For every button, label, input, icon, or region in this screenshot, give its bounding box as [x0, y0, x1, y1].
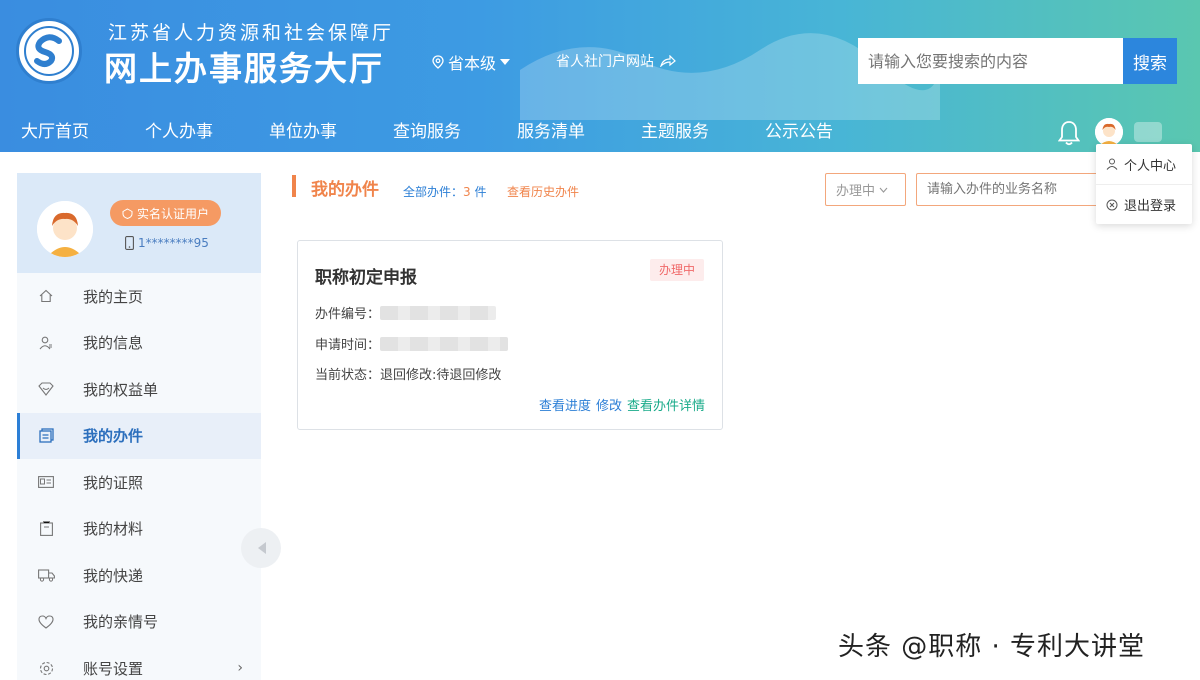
username-redacted — [1134, 122, 1162, 142]
portal-link[interactable]: 省人社门户网站 — [556, 51, 676, 71]
portal-link-label: 省人社门户网站 — [556, 54, 654, 70]
home-icon — [37, 287, 55, 305]
heart-shield-icon — [37, 380, 55, 398]
apply-time-label: 申请时间： — [315, 338, 381, 353]
user-phone-value: 1********95 — [138, 236, 209, 250]
profile-panel: 实名认证用户 1********95 — [17, 173, 261, 273]
sidebar-item-label: 我的证照 — [83, 473, 144, 492]
sidebar-item-express[interactable]: 我的快递 — [17, 552, 261, 599]
menu-personal-center-label: 个人中心 — [1124, 158, 1177, 174]
sidebar-item-my-cases[interactable]: 我的办件 — [17, 412, 261, 459]
sidebar-item-licenses[interactable]: 我的证照 — [17, 459, 261, 506]
truck-icon — [37, 566, 55, 584]
caret-down-icon — [500, 59, 511, 65]
gear-icon — [37, 659, 55, 677]
user-icon — [37, 334, 55, 352]
nav-item-service-list[interactable]: 服务清单 — [517, 112, 585, 152]
sidebar-item-label: 账号设置 — [83, 659, 144, 678]
user-dropdown-menu: 个人中心 退出登录 — [1096, 144, 1192, 224]
avatar[interactable] — [37, 201, 93, 257]
page-title: 我的办件 — [311, 180, 379, 200]
current-state-row: 当前状态： 退回修改:待退回修改 — [315, 364, 501, 383]
sidebar-item-home[interactable]: 我的主页 — [17, 273, 261, 320]
nav-item-query[interactable]: 查询服务 — [393, 112, 461, 152]
history-cases-link[interactable]: 查看历史办件 — [507, 183, 579, 200]
user-icon — [1106, 158, 1118, 170]
chevron-down-icon — [879, 187, 888, 193]
case-title: 职称初定申报 — [315, 268, 417, 288]
all-cases-count: 3 — [463, 185, 471, 199]
view-progress-link[interactable]: 查看进度 — [539, 395, 591, 414]
header: 江苏省人力资源和社会保障厅 网上办事服务大厅 省本级 省人社门户网站 搜索 大厅… — [0, 0, 1200, 152]
site-title[interactable]: 网上办事服务大厅 — [104, 42, 384, 90]
watermark: 头条 @职称 · 专利大讲堂 — [838, 632, 1146, 662]
all-cases-label: 全部办件： — [403, 185, 464, 199]
user-phone: 1********95 — [125, 236, 209, 250]
sidebar-item-label: 我的权益单 — [83, 380, 159, 399]
status-filter-value: 办理中 — [836, 184, 876, 199]
phone-icon — [125, 236, 134, 250]
verified-user-label: 实名认证用户 — [137, 206, 210, 221]
apply-time-redacted — [380, 336, 509, 351]
nav-item-personal[interactable]: 个人办事 — [145, 112, 213, 152]
case-number-redacted — [380, 305, 497, 320]
site-logo[interactable] — [16, 18, 82, 84]
folder-icon — [37, 520, 55, 538]
caret-left-icon — [257, 542, 266, 554]
bell-icon[interactable] — [1058, 120, 1080, 146]
sidebar-item-family[interactable]: 我的亲情号 — [17, 599, 261, 646]
current-state-label: 当前状态： — [315, 368, 381, 383]
close-circle-icon — [1106, 199, 1118, 210]
search-button[interactable]: 搜索 — [1123, 38, 1177, 84]
sidebar-item-settings[interactable]: 账号设置 › — [17, 645, 261, 680]
sidebar-item-info[interactable]: 我的信息 — [17, 320, 261, 367]
sidebar-item-label: 我的亲情号 — [83, 613, 159, 632]
status-badge: 办理中 — [649, 259, 704, 281]
all-cases-unit: 件 — [474, 185, 487, 199]
main-nav: 大厅首页 个人办事 单位办事 查询服务 服务清单 主题服务 公示公告 — [0, 112, 868, 152]
sidebar-item-label: 我的主页 — [83, 287, 144, 306]
all-cases-filter[interactable]: 全部办件：3 件 — [403, 183, 487, 200]
region-selector[interactable]: 省本级 — [432, 50, 511, 74]
menu-logout-label: 退出登录 — [1124, 199, 1177, 214]
case-actions: 查看进度 修改 查看办件详情 — [539, 395, 705, 414]
sidebar: 实名认证用户 1********95 我的主页 我的信息 我的权益单 我的办件 … — [17, 173, 261, 680]
status-filter-select[interactable]: 办理中 — [825, 173, 906, 206]
nav-item-notice[interactable]: 公示公告 — [765, 112, 833, 152]
agency-name: 江苏省人力资源和社会保障厅 — [108, 22, 395, 44]
chevron-right-icon: › — [237, 660, 243, 677]
section-marker — [292, 175, 296, 197]
view-detail-link[interactable]: 查看办件详情 — [627, 395, 705, 414]
nav-item-theme[interactable]: 主题服务 — [641, 112, 709, 152]
sidebar-item-label: 我的信息 — [83, 334, 144, 353]
current-state-value: 退回修改:待退回修改 — [380, 368, 502, 383]
menu-logout[interactable]: 退出登录 — [1096, 184, 1192, 224]
location-pin-icon — [432, 55, 444, 69]
menu-personal-center[interactable]: 个人中心 — [1096, 144, 1192, 184]
case-name-search-input[interactable] — [916, 173, 1106, 206]
region-label: 省本级 — [448, 54, 497, 73]
sidebar-item-label: 我的快递 — [83, 566, 144, 585]
sidebar-item-rights[interactable]: 我的权益单 — [17, 366, 261, 413]
id-card-icon — [37, 473, 55, 491]
case-number-row: 办件编号： — [315, 303, 497, 322]
family-icon — [37, 613, 55, 631]
case-number-label: 办件编号： — [315, 307, 381, 322]
sidebar-item-materials[interactable]: 我的材料 — [17, 506, 261, 553]
apply-time-row: 申请时间： — [315, 334, 509, 353]
edit-link[interactable]: 修改 — [596, 395, 622, 414]
user-avatar[interactable] — [1095, 118, 1123, 146]
verified-icon — [122, 207, 133, 219]
sidebar-collapse-button[interactable] — [241, 528, 281, 568]
nav-item-home[interactable]: 大厅首页 — [21, 112, 89, 152]
search-input[interactable] — [858, 38, 1124, 84]
files-icon — [37, 427, 55, 445]
verified-user-badge: 实名认证用户 — [110, 200, 222, 226]
share-icon — [660, 55, 676, 67]
case-card: 职称初定申报 办理中 办件编号： 申请时间： 当前状态： 退回修改:待退回修改 … — [297, 240, 723, 430]
sidebar-item-label: 我的办件 — [83, 427, 144, 446]
sidebar-item-label: 我的材料 — [83, 520, 144, 539]
nav-item-company[interactable]: 单位办事 — [269, 112, 337, 152]
